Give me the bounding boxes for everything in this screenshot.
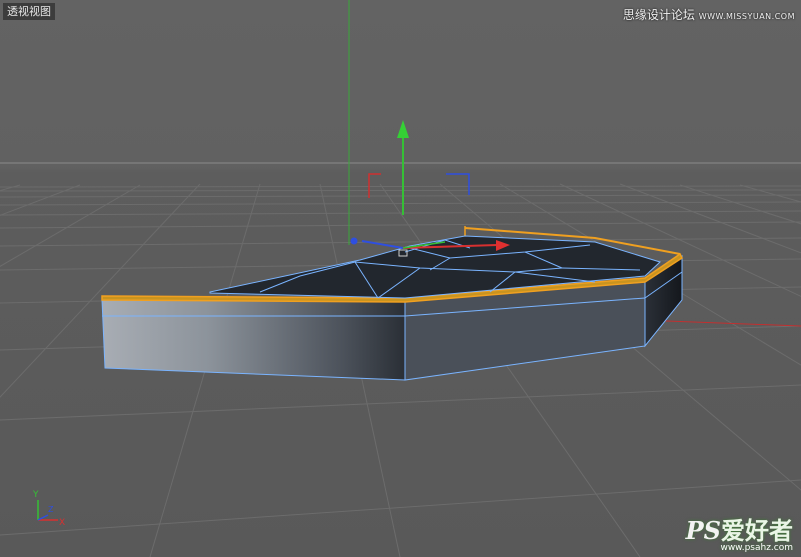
xy-plane-handle (368, 173, 381, 198)
watermark-ps: PS (685, 516, 721, 545)
watermark-top-cn: 思缘设计论坛 (622, 8, 695, 22)
axis-label-x: X (59, 518, 65, 528)
perspective-viewport[interactable]: Y X Z 透视视图 思缘设计论坛 WWW.MISSYUAN.COM PS爱好者… (0, 0, 801, 557)
watermark-cn: 爱好者 (721, 516, 793, 545)
viewport-canvas[interactable]: Y X Z (0, 0, 801, 557)
shield-object (101, 226, 683, 381)
watermark-top-en: WWW.MISSYUAN.COM (698, 12, 795, 21)
axis-indicator: Y X Z (32, 490, 65, 528)
watermark-logo: PS爱好者 (686, 519, 793, 543)
axis-label-y: Y (32, 490, 39, 500)
watermark-bottom: PS爱好者 www.psahz.com (686, 519, 793, 554)
axis-label-z: Z (48, 505, 54, 514)
viewport-title[interactable]: 透视视图 (3, 3, 55, 20)
y-arrow-handle (397, 120, 409, 138)
watermark-top: 思缘设计论坛 WWW.MISSYUAN.COM (623, 6, 795, 23)
z-arrow-handle (350, 237, 358, 245)
move-gizmo[interactable] (350, 120, 511, 257)
